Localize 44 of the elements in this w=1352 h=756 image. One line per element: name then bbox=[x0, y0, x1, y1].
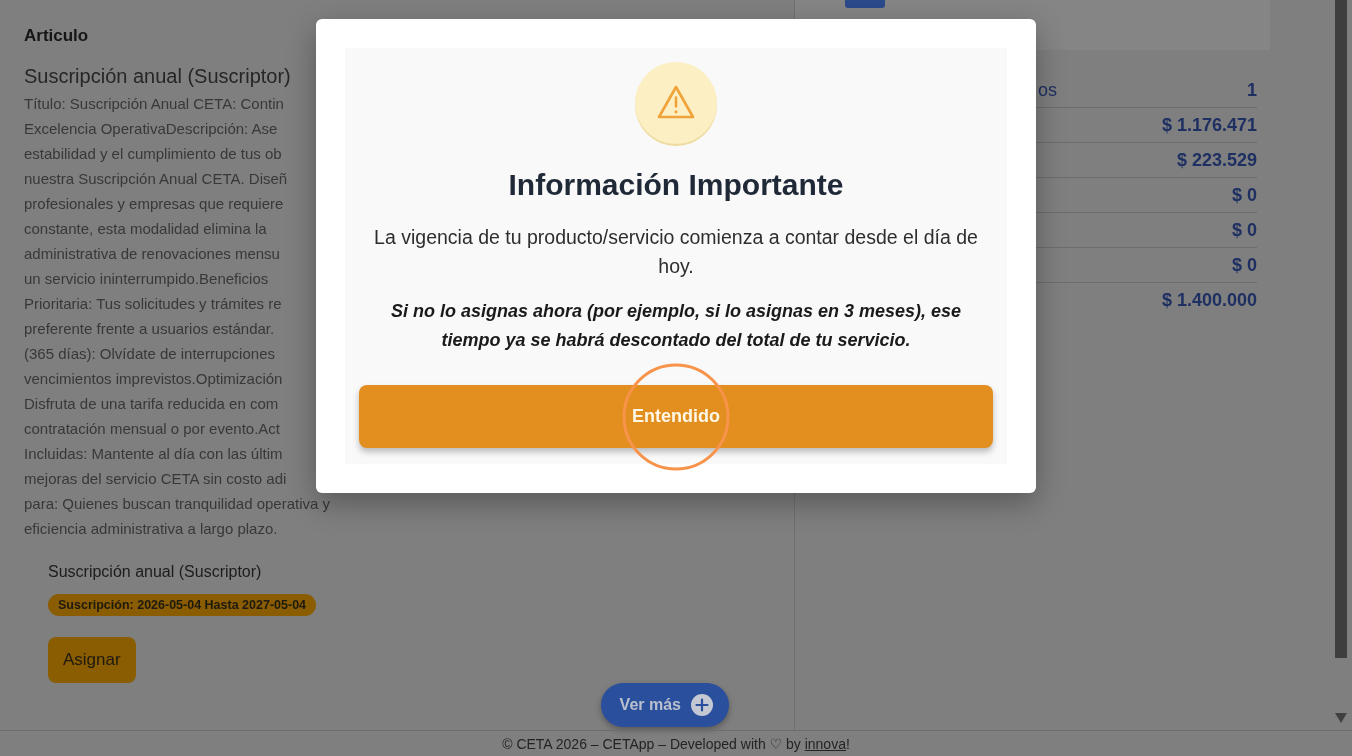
row-value: $ 223.529 bbox=[1176, 149, 1257, 171]
confirm-button[interactable]: Entendido bbox=[359, 385, 993, 448]
description-line: profesionales y empresas que requiere bbox=[24, 194, 284, 214]
description-line: (365 días): Olvídate de interrupciones bbox=[24, 344, 275, 364]
assign-button[interactable]: Asignar bbox=[48, 637, 136, 683]
modal-message: La vigencia de tu producto/servicio comienza a contar desde el día de hoy. bbox=[373, 225, 979, 279]
scrollbar-thumb[interactable] bbox=[1335, 0, 1347, 658]
row-value: $ 1.400.000 bbox=[1161, 290, 1257, 311]
description-line: nuestra Suscripción Anual CETA. Diseñ bbox=[24, 169, 288, 189]
description-line: constante, esta modalidad elimina la bbox=[24, 219, 267, 239]
description-line: eficiencia administrativa a largo plazo. bbox=[24, 519, 278, 539]
subscription-tag: Suscripción: 2026-05-04 Hasta 2027-05-04 bbox=[48, 594, 317, 616]
row-label: os bbox=[1038, 79, 1057, 101]
row-value: 1 bbox=[1247, 79, 1257, 101]
description-line: Excelencia OperativaDescripción: Ase bbox=[24, 119, 278, 139]
description-line: preferente frente a usuarios estándar. bbox=[24, 319, 275, 339]
credit-link[interactable]: innova bbox=[804, 735, 846, 752]
description-line: administrativa de renovaciones mensu bbox=[24, 244, 280, 264]
description-line: Título: Suscripción Anual CETA: Contin bbox=[24, 94, 284, 114]
description-line: estabilidad y el cumplimiento de tus ob bbox=[24, 144, 282, 164]
footer-text: © CETA 2026 – CETApp – Developed with ♡ by innova! bbox=[502, 735, 850, 752]
cropped-tag bbox=[845, 0, 885, 8]
warning-icon bbox=[634, 62, 718, 146]
modal-title: Información Importante bbox=[508, 167, 844, 203]
description-line: un servicio ininterrumpido.Beneficios bbox=[24, 269, 269, 289]
description-line: Disfruta de una tarifa reducida en com bbox=[24, 394, 279, 414]
modal-note: Si no lo asignas ahora (por ejemplo, si lo asignas en 3 meses), ese tiempo ya se habrá descontado del total de tu servicio. bbox=[389, 300, 963, 352]
item-name: Suscripción anual (Suscriptor) bbox=[48, 562, 262, 582]
row-value: $ 0 bbox=[1231, 219, 1257, 241]
description-line: Prioritaria: Tus solicitudes y trámites re bbox=[24, 294, 282, 314]
section-heading: Articulo bbox=[24, 25, 89, 47]
description-line: vencimientos imprevistos.Optimización bbox=[24, 369, 283, 389]
see-more-button[interactable]: Ver más bbox=[600, 683, 729, 727]
scroll-down-arrow-icon[interactable] bbox=[1335, 713, 1347, 723]
plus-circle-icon bbox=[691, 694, 713, 716]
description-line: contratación mensual o por evento.Act bbox=[24, 419, 280, 439]
click-ring-icon bbox=[622, 363, 730, 471]
description-line: mejoras del servicio CETA sin costo adi bbox=[24, 469, 287, 489]
description-line: para: Quienes buscan tranquilidad operativa y bbox=[24, 494, 331, 514]
row-value: $ 1.176.471 bbox=[1161, 114, 1257, 136]
article-title: Suscripción anual (Suscriptor) bbox=[24, 64, 291, 89]
description-line: Incluidas: Mantente al día con las últim bbox=[24, 444, 283, 464]
row-value: $ 0 bbox=[1231, 254, 1257, 276]
row-value: $ 0 bbox=[1231, 184, 1257, 206]
